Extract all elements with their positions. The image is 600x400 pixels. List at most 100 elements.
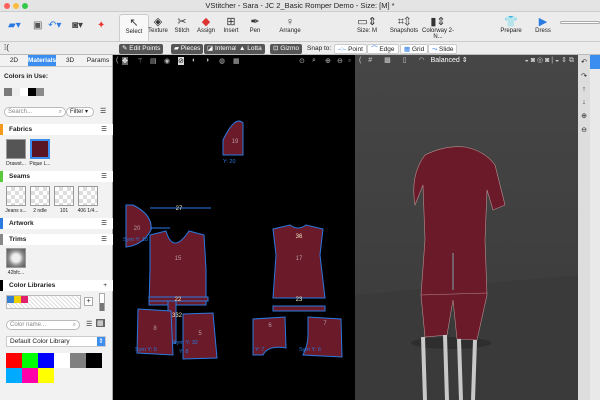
menu-icon[interactable]: ☰	[101, 218, 107, 229]
tool-label: Insert	[223, 28, 239, 34]
used-color-swatch[interactable]	[20, 88, 28, 96]
colorway-label: Colorway 2-N...	[421, 28, 454, 40]
snap-to-label: Snap to:	[307, 45, 332, 52]
used-color-swatch[interactable]	[36, 88, 44, 96]
section-title: Seams	[9, 173, 30, 180]
rotate-left-icon[interactable]: ↶	[578, 58, 590, 66]
piece-label: 36	[296, 234, 303, 240]
used-color-swatch[interactable]	[4, 88, 12, 96]
maximize-window-button[interactable]	[22, 3, 28, 9]
list-menu-icon[interactable]: ☰	[100, 107, 106, 115]
dress-button[interactable]: ▶ Dress	[528, 14, 558, 41]
size-label: Size: M	[356, 28, 377, 34]
zoom-in-icon[interactable]: ⊕	[578, 112, 590, 120]
trim-button-thumb[interactable]	[6, 248, 26, 268]
prepare-label: Prepare	[500, 28, 522, 34]
color-scrollbar[interactable]	[99, 293, 105, 311]
collapse-icon[interactable]: ⁞(	[4, 43, 9, 52]
tab-materials[interactable]: Materials	[27, 55, 57, 66]
palette-color-swatch[interactable]	[6, 368, 22, 383]
shirt-icon: 👕	[504, 16, 518, 28]
arrow-down-icon[interactable]: ↓	[578, 99, 590, 106]
seam-item[interactable]	[54, 186, 74, 206]
tab-params[interactable]: Params	[84, 55, 112, 66]
lotta-toggle[interactable]: ▲ Lotta	[236, 44, 265, 54]
list-view-icon[interactable]: ☰	[86, 320, 92, 328]
palette-color-swatch[interactable]	[6, 353, 22, 368]
menu-icon[interactable]: ☰	[101, 171, 107, 182]
add-color-button[interactable]: +	[84, 297, 93, 306]
splitter[interactable]: ⌕	[347, 55, 355, 400]
trims-section[interactable]: Trims ☰	[0, 234, 113, 245]
recent-color-swatch[interactable]	[7, 296, 14, 303]
undo-icon[interactable]: ↶▾	[48, 20, 61, 31]
seam-item[interactable]	[78, 186, 98, 206]
trim-label: 42bfc...	[7, 270, 25, 276]
snap-slide-button[interactable]: ⤳ Slide	[428, 44, 458, 54]
seams-section[interactable]: Seams ☰	[0, 171, 113, 182]
rotate-right-icon[interactable]: ↷	[578, 72, 590, 80]
recent-color-swatch[interactable]	[21, 296, 28, 303]
palette-color-swatch[interactable]	[38, 368, 54, 383]
pieces-toggle[interactable]: ▰ Pieces	[171, 44, 204, 54]
palette-color-swatch[interactable]	[70, 353, 86, 368]
arrange-tool[interactable]: ♀ Arrange	[275, 14, 305, 41]
seam-item[interactable]	[30, 186, 50, 206]
fabrics-section[interactable]: Fabrics ☰	[0, 124, 113, 135]
avatar-figure-icon: ♀	[285, 16, 295, 28]
prepare-button[interactable]: 👕 Prepare	[496, 14, 526, 41]
recent-colors-grid[interactable]	[6, 295, 81, 309]
colorway-selector[interactable]: ▮⇕ Colorway 2-N...	[418, 14, 458, 41]
filter-label: Filter	[70, 109, 84, 115]
palette-color-swatch[interactable]	[38, 353, 54, 368]
palette-color-swatch[interactable]	[22, 353, 38, 368]
menu-icon[interactable]: ☰	[101, 124, 107, 135]
fabric-label: Drawst...	[6, 161, 26, 167]
snap-edge-button[interactable]: ⌒ Edge	[367, 44, 399, 54]
render-icon[interactable]: ✦	[97, 20, 105, 31]
search-input[interactable]: Search... ⌕	[4, 107, 66, 117]
pattern-piece-15[interactable]	[148, 230, 207, 306]
color-library-select[interactable]: Default Color Library ⇕	[6, 336, 106, 347]
close-window-button[interactable]	[4, 3, 10, 9]
seam-label: Jeans s...	[5, 208, 27, 214]
artwork-section[interactable]: Artwork ☰	[0, 218, 113, 229]
used-color-swatch[interactable]	[28, 88, 36, 96]
tab-3d[interactable]: 3D	[56, 55, 84, 66]
arrow-up-icon[interactable]: ↑	[578, 86, 590, 93]
save-icon[interactable]: ▣	[33, 20, 42, 31]
used-color-swatch[interactable]	[12, 88, 20, 96]
pattern-2d-canvas[interactable]: ( ✥ ⚚ ▤ ◉ ⊘ ◐ ◑ ◍ ▦ ⊙ ⌕ ⊕ ⊖ 19 20 15 17 …	[113, 55, 347, 400]
edit-points-button[interactable]: ✎ Edit Points	[119, 44, 164, 54]
menu-icon[interactable]: ☰	[101, 234, 107, 245]
filter-dropdown[interactable]: Filter ▾	[66, 107, 94, 117]
gizmo-toggle[interactable]: ⊡ Gizmo	[270, 44, 303, 54]
palette-color-swatch[interactable]	[22, 368, 38, 383]
color-name-input[interactable]: Color name... ⌕	[6, 320, 80, 330]
colors-in-use-label: Colors in Use:	[4, 73, 49, 80]
pen-tool[interactable]: ✒ Pen	[240, 14, 270, 41]
color-libraries-section[interactable]: Color Libraries +	[0, 280, 113, 291]
snap-grid-button[interactable]: ▦ Grid	[400, 44, 429, 54]
chevron-updown-icon: ⇕	[97, 337, 105, 346]
grid-view-icon[interactable]: ▦	[96, 319, 105, 327]
tab-2d[interactable]: 2D	[0, 55, 28, 66]
zoom-out-icon[interactable]: ⊖	[578, 126, 590, 134]
viewport-3d[interactable]: ( # ▩ ▯ ◠ Balanced ⇕ ◒ ◙ ◎ ◙ | ◒ ⇕ ⧉	[355, 55, 578, 400]
internal-toggle[interactable]: ◪ Internal	[204, 44, 240, 54]
palette-color-swatch[interactable]	[86, 353, 102, 368]
snap-point-button[interactable]: -○- Point	[334, 44, 367, 54]
pattern-piece-23[interactable]	[272, 305, 326, 312]
seam-item[interactable]	[6, 186, 26, 206]
recent-color-swatch[interactable]	[14, 296, 21, 303]
camera-icon[interactable]: ◙▾	[72, 20, 83, 31]
add-icon[interactable]: +	[103, 280, 107, 291]
fabric-drawstring[interactable]	[6, 139, 26, 159]
minimize-window-button[interactable]	[13, 3, 19, 9]
snapshots-selector[interactable]: ⌗⇕ Snapshots	[386, 14, 422, 41]
open-folder-icon[interactable]: ▰▾	[8, 20, 21, 31]
fabric-pique[interactable]	[30, 139, 50, 159]
size-selector[interactable]: ▭⇕ Size: M	[349, 14, 385, 41]
palette-color-swatch[interactable]	[54, 353, 70, 368]
progress-slider[interactable]	[560, 21, 600, 24]
